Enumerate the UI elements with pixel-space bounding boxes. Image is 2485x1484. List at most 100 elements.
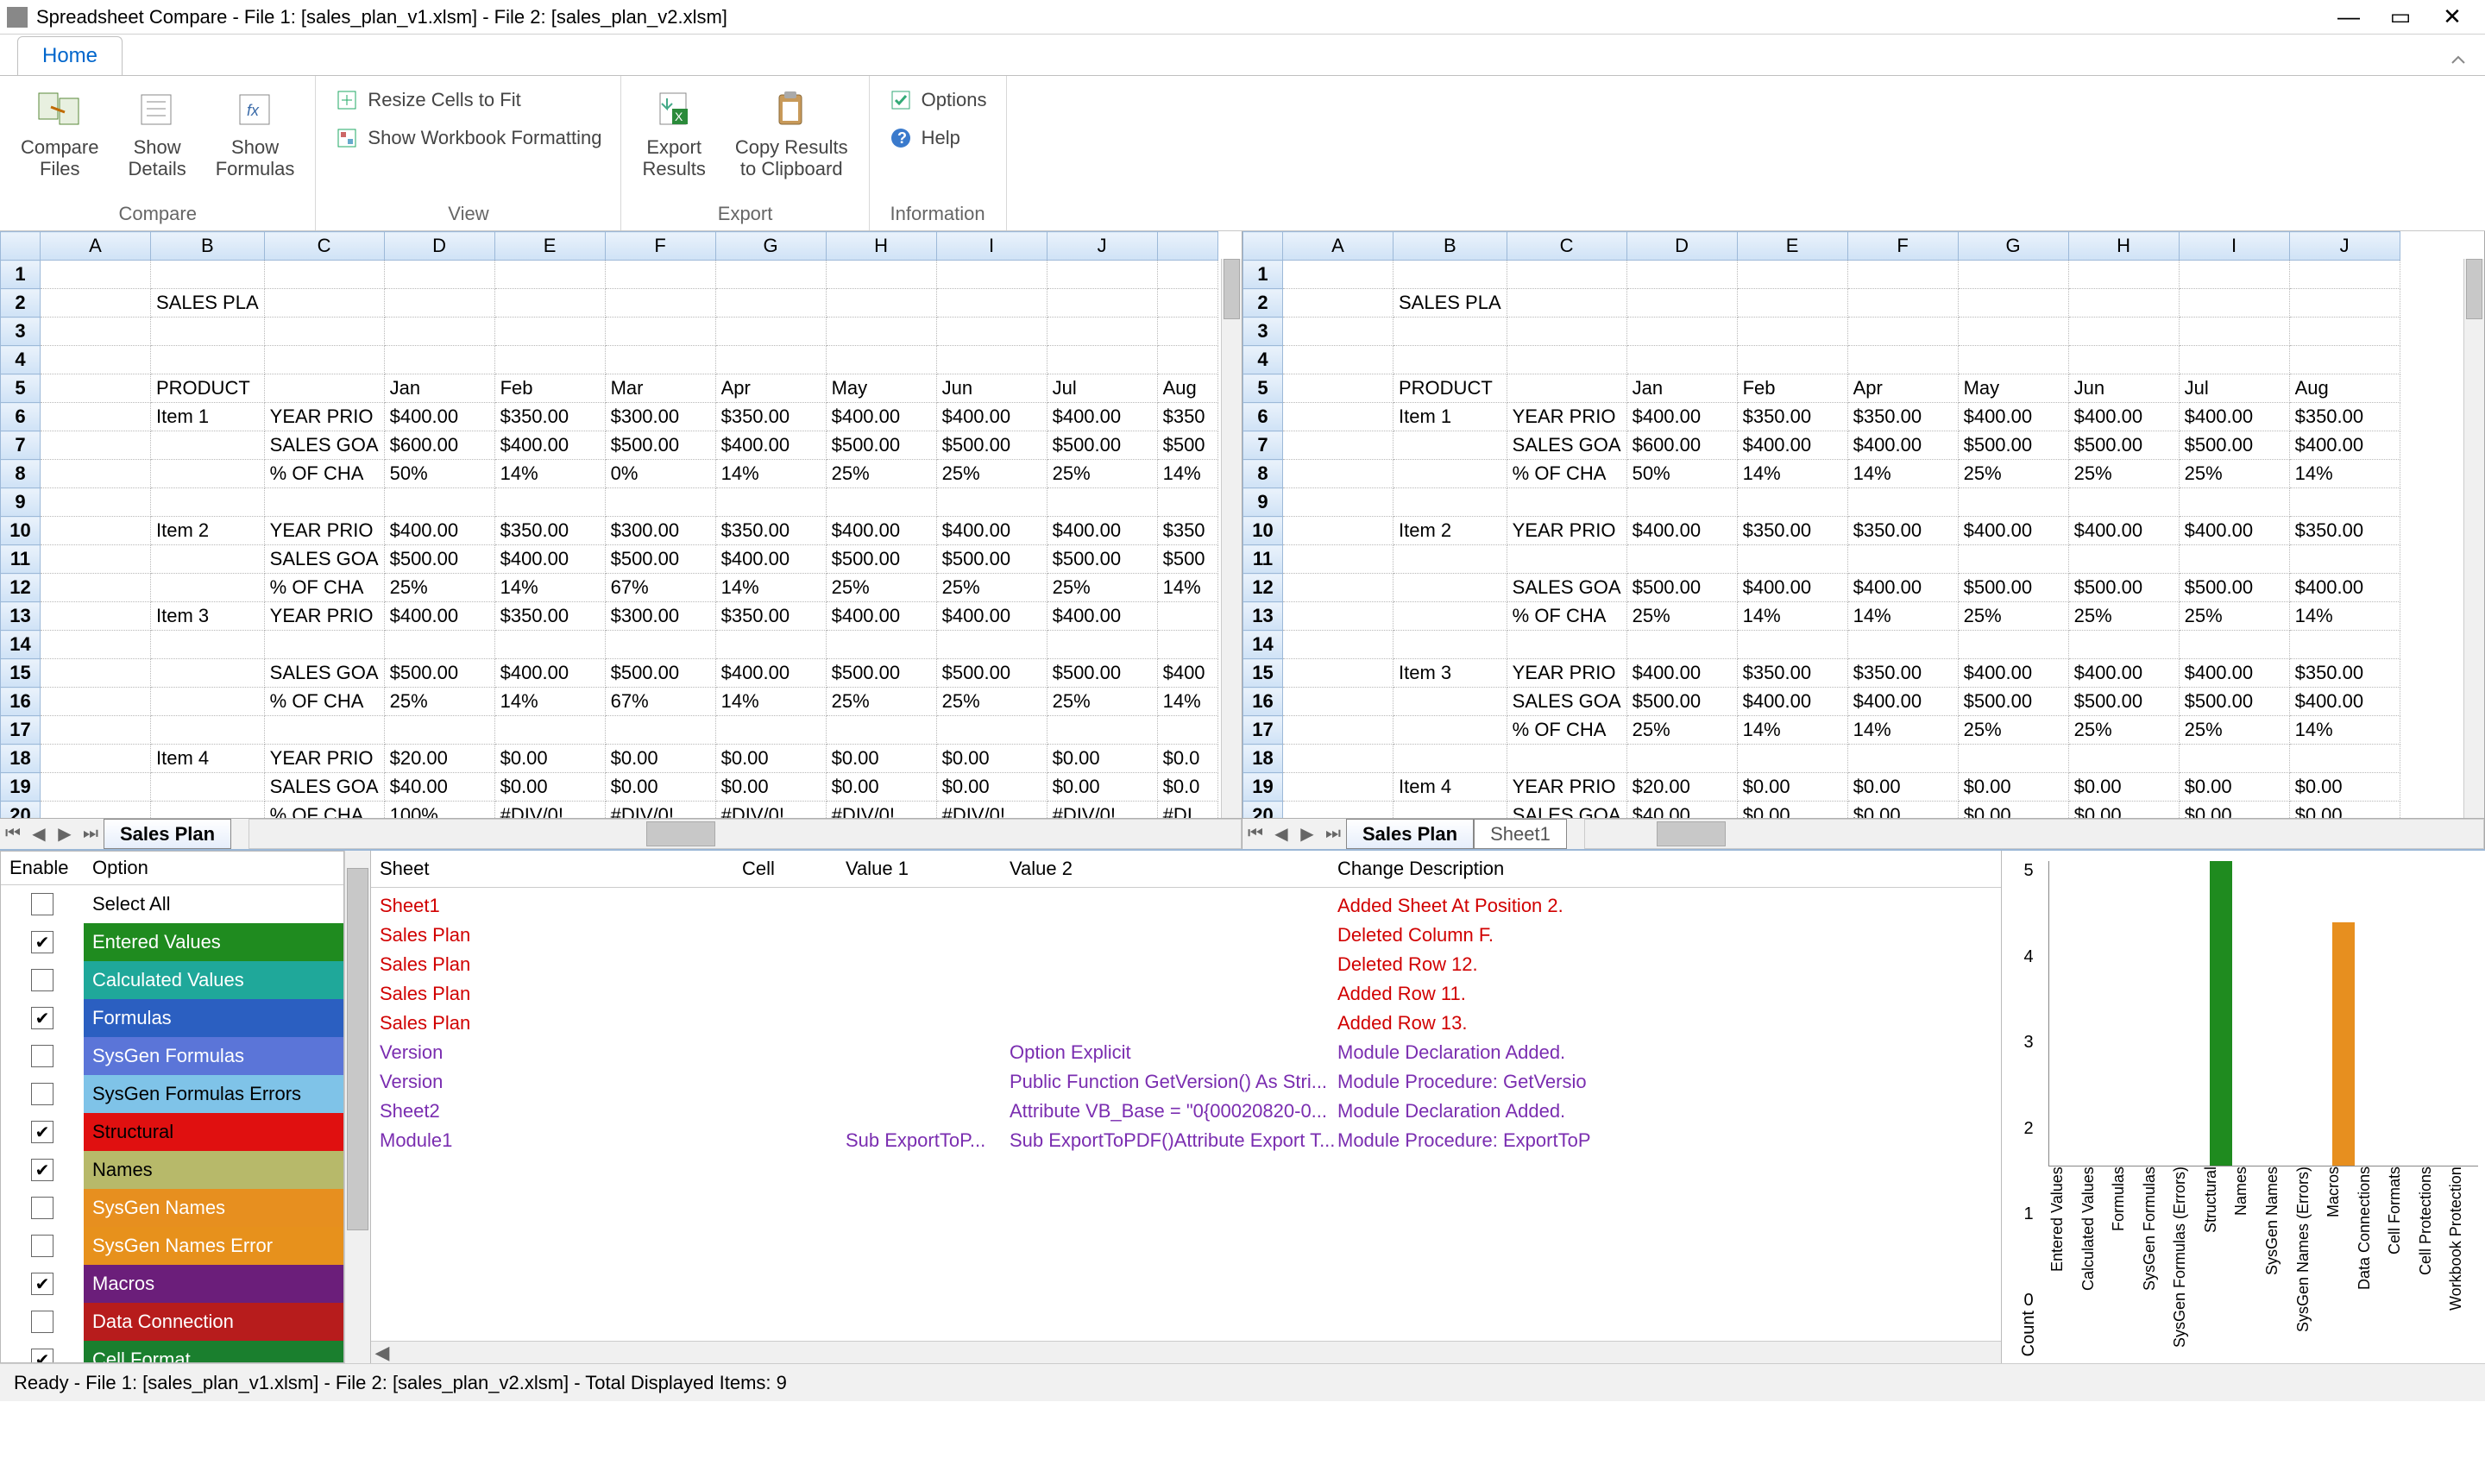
cell[interactable]: $0.00: [2068, 802, 2179, 819]
cell[interactable]: 14%: [2289, 716, 2400, 745]
cell[interactable]: [1283, 574, 1393, 602]
cell[interactable]: 25%: [2179, 716, 2289, 745]
cell[interactable]: 14%: [1157, 460, 1217, 488]
cell[interactable]: Aug: [1157, 374, 1217, 403]
cell[interactable]: [2068, 631, 2179, 659]
cell[interactable]: [1393, 716, 1507, 745]
cell[interactable]: 25%: [2179, 460, 2289, 488]
cell[interactable]: Item 4: [1393, 773, 1507, 802]
cell[interactable]: 25%: [1626, 602, 1737, 631]
cell[interactable]: $400.00: [1958, 517, 2068, 545]
cell[interactable]: $400.00: [1847, 574, 1958, 602]
cell[interactable]: [2068, 346, 2179, 374]
cell[interactable]: [1507, 631, 1626, 659]
cell[interactable]: [1393, 431, 1507, 460]
row-header[interactable]: 15: [1, 659, 41, 688]
cell[interactable]: 25%: [1958, 460, 2068, 488]
row-header[interactable]: 8: [1, 460, 41, 488]
cell[interactable]: $0.00: [2179, 773, 2289, 802]
cell[interactable]: [2289, 545, 2400, 574]
cell[interactable]: [1283, 261, 1393, 289]
option-row[interactable]: ✔ Macros: [1, 1265, 343, 1303]
col-header[interactable]: A: [41, 232, 151, 261]
col-header[interactable]: F: [605, 232, 715, 261]
cell[interactable]: % OF CHA: [264, 574, 384, 602]
help-button[interactable]: ? Help: [882, 123, 994, 154]
cell[interactable]: Jul: [1047, 374, 1157, 403]
cell[interactable]: [1047, 716, 1157, 745]
cell[interactable]: [1283, 773, 1393, 802]
cell[interactable]: [1393, 318, 1507, 346]
cell[interactable]: SALES GOA: [1507, 802, 1626, 819]
cell[interactable]: $500.00: [1626, 574, 1737, 602]
cell[interactable]: [1393, 574, 1507, 602]
cell[interactable]: YEAR PRIO: [264, 403, 384, 431]
cell[interactable]: [1507, 745, 1626, 773]
option-checkbox[interactable]: ✔: [31, 1159, 53, 1181]
cell[interactable]: [1283, 517, 1393, 545]
cell[interactable]: [715, 488, 826, 517]
option-row[interactable]: ✔ Names: [1, 1151, 343, 1189]
cell[interactable]: Jul: [2179, 374, 2289, 403]
cell[interactable]: [1157, 261, 1217, 289]
cell[interactable]: [494, 716, 605, 745]
cell[interactable]: Item 4: [151, 745, 265, 773]
cell[interactable]: [715, 346, 826, 374]
cell[interactable]: 25%: [1047, 460, 1157, 488]
cell[interactable]: [1626, 346, 1737, 374]
export-results-button[interactable]: X Export Results: [633, 81, 714, 186]
cell[interactable]: 14%: [1157, 688, 1217, 716]
cell[interactable]: #DIV/0!: [826, 802, 936, 819]
cell[interactable]: [2179, 545, 2289, 574]
cell[interactable]: $350.00: [494, 403, 605, 431]
cell[interactable]: $400.00: [1958, 403, 2068, 431]
row-header[interactable]: 10: [1243, 517, 1283, 545]
cell[interactable]: $400: [1157, 659, 1217, 688]
cell[interactable]: [1283, 659, 1393, 688]
row-header[interactable]: 7: [1243, 431, 1283, 460]
cell[interactable]: $350.00: [715, 517, 826, 545]
cell[interactable]: $350.00: [2289, 517, 2400, 545]
row-header[interactable]: 14: [1, 631, 41, 659]
cell[interactable]: [1507, 261, 1626, 289]
cell[interactable]: $0.00: [2068, 773, 2179, 802]
options-scrollbar[interactable]: [344, 851, 370, 1363]
cell[interactable]: [1047, 289, 1157, 318]
cell[interactable]: [151, 261, 265, 289]
row-header[interactable]: 16: [1, 688, 41, 716]
sheet-nav-last[interactable]: ⏭: [1320, 824, 1346, 844]
cell[interactable]: 0%: [605, 460, 715, 488]
left-vertical-scrollbar[interactable]: [1221, 259, 1242, 818]
cell[interactable]: $0.00: [1958, 773, 2068, 802]
cell[interactable]: [41, 460, 151, 488]
row-header[interactable]: 15: [1243, 659, 1283, 688]
cell[interactable]: $0.00: [1047, 745, 1157, 773]
option-checkbox[interactable]: ✔: [31, 1273, 53, 1295]
cell[interactable]: #DIV/0!: [494, 802, 605, 819]
show-details-button[interactable]: Show Details: [119, 81, 194, 186]
cell[interactable]: [151, 574, 265, 602]
cell[interactable]: $400.00: [715, 545, 826, 574]
cell[interactable]: [1157, 346, 1217, 374]
cell[interactable]: 25%: [384, 688, 494, 716]
cell[interactable]: $0.00: [715, 773, 826, 802]
diff-row[interactable]: Sales PlanDeleted Column F.: [380, 921, 1992, 950]
cell[interactable]: YEAR PRIO: [1507, 659, 1626, 688]
right-sheet-grid[interactable]: ABCDEFGHIJ12SALES PLA345PRODUCTJanFebApr…: [1242, 231, 2400, 818]
cell[interactable]: [41, 318, 151, 346]
cell[interactable]: $0.00: [494, 745, 605, 773]
cell[interactable]: 25%: [384, 574, 494, 602]
cell[interactable]: $400.00: [1847, 431, 1958, 460]
cell[interactable]: SALES PLA: [151, 289, 265, 318]
diff-row[interactable]: Sheet1Added Sheet At Position 2.: [380, 891, 1992, 921]
cell[interactable]: $400.00: [1626, 517, 1737, 545]
cell[interactable]: [264, 318, 384, 346]
cell[interactable]: YEAR PRIO: [1507, 403, 1626, 431]
cell[interactable]: May: [826, 374, 936, 403]
col-header[interactable]: G: [715, 232, 826, 261]
cell[interactable]: [1393, 745, 1507, 773]
cell[interactable]: [2179, 289, 2289, 318]
cell[interactable]: [1958, 318, 2068, 346]
cell[interactable]: [264, 346, 384, 374]
row-header[interactable]: 12: [1243, 574, 1283, 602]
